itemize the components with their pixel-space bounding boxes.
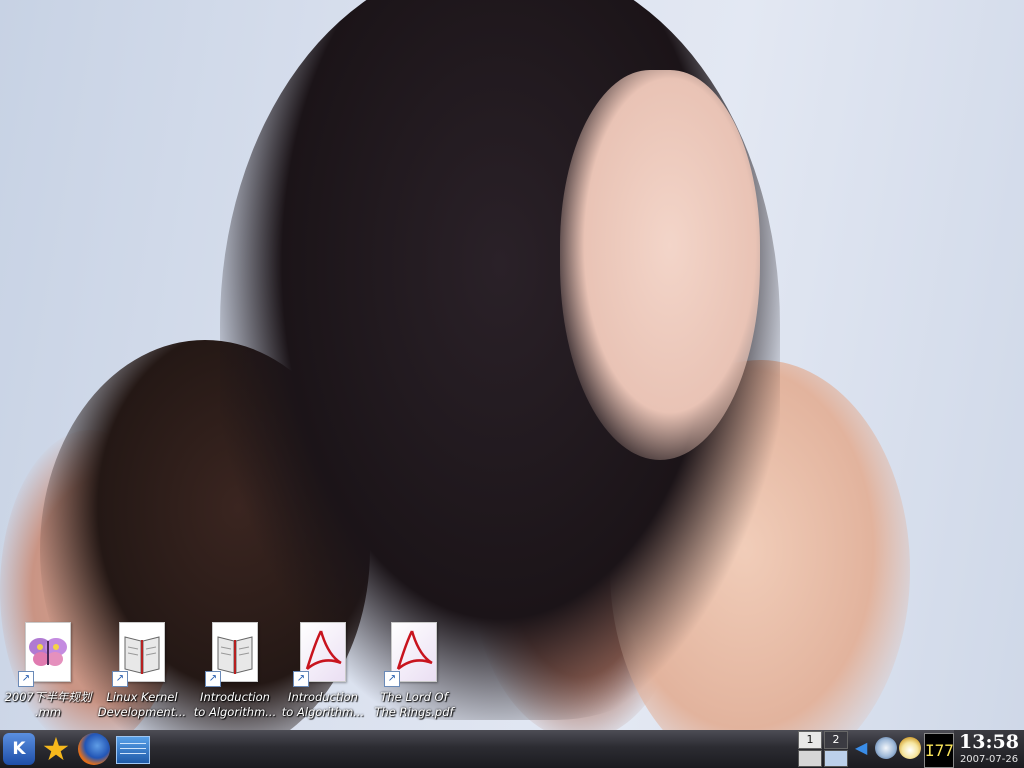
tray-expand-arrow-icon[interactable]: ◀ xyxy=(855,737,877,759)
desktop-icon-linux-kernel[interactable]: ↗ Linux Kernel Development... xyxy=(94,622,190,720)
desktop-icon-label: The Lord Of The Rings.pdf xyxy=(374,690,454,719)
firefox-icon[interactable] xyxy=(78,733,110,765)
wallpaper-shape xyxy=(560,70,760,460)
desktop-icon-intro-algorithms-pdf[interactable]: ↗ Introduction to Algorithm... xyxy=(275,622,371,720)
pdf-icon: ↗ xyxy=(293,622,346,687)
pdf-icon: ↗ xyxy=(384,622,437,687)
star-icon[interactable]: ★ xyxy=(40,733,72,765)
shortcut-arrow-icon: ↗ xyxy=(18,671,34,687)
clock-time: 13:58 xyxy=(959,731,1019,753)
desktop[interactable]: ↗ 2007下半年规划 .mm ↗ Linux Kernel Developme… xyxy=(0,0,1024,730)
shortcut-arrow-icon: ↗ xyxy=(384,671,400,687)
clock[interactable]: 13:58 2007-07-26 xyxy=(954,730,1024,768)
desktop-icon-intro-algorithms-book[interactable]: ↗ Introduction to Algorithm... xyxy=(187,622,283,720)
cpu-monitor[interactable]: I77 xyxy=(924,733,954,768)
desktop-icon-mindmap[interactable]: ↗ 2007下半年规划 .mm xyxy=(0,622,96,720)
clipboard-icon[interactable] xyxy=(899,737,921,759)
pager-window-thumbnail[interactable] xyxy=(824,750,848,767)
shortcut-arrow-icon: ↗ xyxy=(112,671,128,687)
pager-desktop-1[interactable]: 1 xyxy=(798,731,822,749)
desktop-icon-label: 2007下半年规划 .mm xyxy=(4,690,92,719)
pager-desktop-2[interactable]: 2 xyxy=(824,731,848,749)
clock-date: 2007-07-26 xyxy=(959,754,1019,765)
desktop-icon-label: Introduction to Algorithm... xyxy=(281,690,365,719)
shortcut-arrow-icon: ↗ xyxy=(293,671,309,687)
desktop-icon-label: Introduction to Algorithm... xyxy=(193,690,277,719)
desktop-icon-label: Linux Kernel Development... xyxy=(97,690,187,719)
taskbar: K ★ 1 2 ◀ I77 13:58 2007-07-26 xyxy=(0,730,1024,768)
butterfly-icon: ↗ xyxy=(18,622,71,687)
book-icon: ↗ xyxy=(205,622,258,687)
compass-icon[interactable] xyxy=(875,737,897,759)
shortcut-arrow-icon: ↗ xyxy=(205,671,221,687)
desktop-icon-lord-of-the-rings[interactable]: ↗ The Lord Of The Rings.pdf xyxy=(366,622,462,720)
book-icon: ↗ xyxy=(112,622,165,687)
pager-window-thumbnail[interactable] xyxy=(798,750,822,767)
kde-menu-button[interactable]: K xyxy=(3,733,35,765)
terminal-icon[interactable] xyxy=(116,736,150,764)
